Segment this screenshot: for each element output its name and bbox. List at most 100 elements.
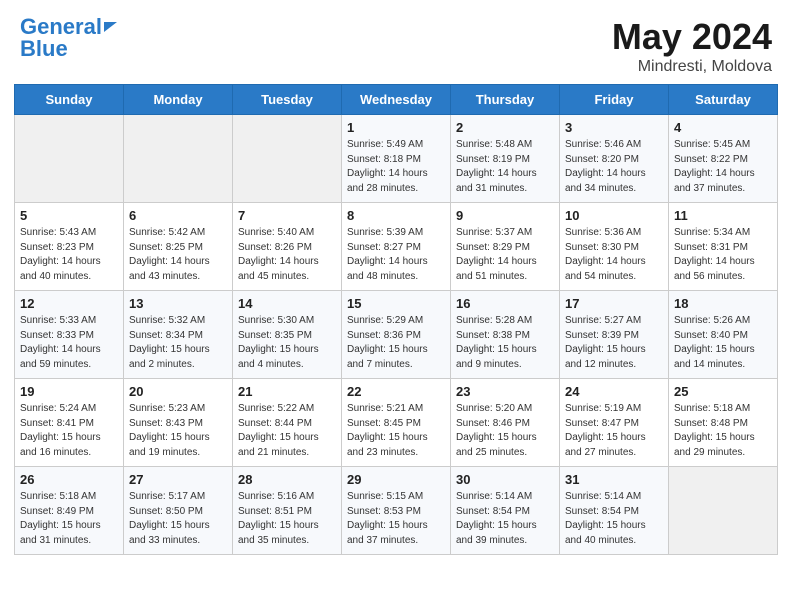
day-number: 4	[674, 120, 772, 135]
calendar-cell: 23Sunrise: 5:20 AM Sunset: 8:46 PM Dayli…	[451, 379, 560, 467]
day-number: 17	[565, 296, 663, 311]
calendar-cell: 29Sunrise: 5:15 AM Sunset: 8:53 PM Dayli…	[342, 467, 451, 555]
calendar-cell: 9 Sunrise: 5:37 AM Sunset: 8:29 PM Daylig…	[451, 203, 560, 291]
header-cell-wednesday: Wednesday	[342, 85, 451, 115]
day-info: Sunrise: 5:33 AM Sunset: 8:33 PM Dayligh…	[20, 314, 118, 372]
calendar-cell: 16 Sunrise: 5:28 AM Sunset: 8:38 PM Dayli…	[451, 291, 560, 379]
day-info: Sunrise: 5:30 AM Sunset: 8:35 PM Dayligh…	[238, 314, 336, 372]
calendar-cell: 7 Sunrise: 5:40 AM Sunset: 8:26 PM Daylig…	[233, 203, 342, 291]
calendar-cell: 17 Sunrise: 5:27 AM Sunset: 8:39 PM Dayli…	[560, 291, 669, 379]
day-number: 30	[456, 472, 554, 487]
week-row-3: 19 Sunrise: 5:24 AM Sunset: 8:41 PM Dayli…	[15, 379, 778, 467]
day-number: 8	[347, 208, 445, 223]
day-info: Sunrise: 5:16 AM Sunset: 8:51 PM Dayligh…	[238, 490, 336, 548]
calendar-table: SundayMondayTuesdayWednesdayThursdayFrid…	[14, 84, 778, 555]
day-number: 11	[674, 208, 772, 223]
day-info: Sunrise: 5:29 AM Sunset: 8:36 PM Dayligh…	[347, 314, 445, 372]
calendar-cell: 27Sunrise: 5:17 AM Sunset: 8:50 PM Dayli…	[124, 467, 233, 555]
day-number: 7	[238, 208, 336, 223]
day-number: 22	[347, 384, 445, 399]
calendar-header: SundayMondayTuesdayWednesdayThursdayFrid…	[15, 85, 778, 115]
calendar-cell: 8 Sunrise: 5:39 AM Sunset: 8:27 PM Daylig…	[342, 203, 451, 291]
day-info: Sunrise: 5:24 AM Sunset: 8:41 PM Dayligh…	[20, 402, 118, 460]
day-info: Sunrise: 5:23 AM Sunset: 8:43 PM Dayligh…	[129, 402, 227, 460]
calendar-cell: 30 Sunrise: 5:14 AM Sunset: 8:54 PM Dayli…	[451, 467, 560, 555]
day-number: 15	[347, 296, 445, 311]
logo: General Blue	[20, 16, 117, 60]
day-info: Sunrise: 5:18 AM Sunset: 8:49 PM Dayligh…	[20, 490, 118, 548]
calendar-cell: 5 Sunrise: 5:43 AM Sunset: 8:23 PM Daylig…	[15, 203, 124, 291]
calendar-cell: 11 Sunrise: 5:34 AM Sunset: 8:31 PM Dayli…	[669, 203, 778, 291]
day-info: Sunrise: 5:28 AM Sunset: 8:38 PM Dayligh…	[456, 314, 554, 372]
calendar-cell: 2 Sunrise: 5:48 AM Sunset: 8:19 PM Daylig…	[451, 115, 560, 203]
month-title: May 2024	[612, 16, 772, 58]
day-number: 2	[456, 120, 554, 135]
day-number: 9	[456, 208, 554, 223]
day-info: Sunrise: 5:21 AM Sunset: 8:45 PM Dayligh…	[347, 402, 445, 460]
day-info: Sunrise: 5:26 AM Sunset: 8:40 PM Dayligh…	[674, 314, 772, 372]
calendar-cell: 21Sunrise: 5:22 AM Sunset: 8:44 PM Dayli…	[233, 379, 342, 467]
day-info: Sunrise: 5:27 AM Sunset: 8:39 PM Dayligh…	[565, 314, 663, 372]
header-cell-sunday: Sunday	[15, 85, 124, 115]
calendar-cell	[233, 115, 342, 203]
logo-subtext: Blue	[20, 38, 68, 60]
day-number: 1	[347, 120, 445, 135]
week-row-2: 12Sunrise: 5:33 AM Sunset: 8:33 PM Dayli…	[15, 291, 778, 379]
day-info: Sunrise: 5:34 AM Sunset: 8:31 PM Dayligh…	[674, 226, 772, 284]
day-number: 24	[565, 384, 663, 399]
calendar-cell: 19 Sunrise: 5:24 AM Sunset: 8:41 PM Dayli…	[15, 379, 124, 467]
calendar-cell: 31 Sunrise: 5:14 AM Sunset: 8:54 PM Dayli…	[560, 467, 669, 555]
calendar-cell: 4Sunrise: 5:45 AM Sunset: 8:22 PM Daylig…	[669, 115, 778, 203]
day-info: Sunrise: 5:40 AM Sunset: 8:26 PM Dayligh…	[238, 226, 336, 284]
day-info: Sunrise: 5:15 AM Sunset: 8:53 PM Dayligh…	[347, 490, 445, 548]
calendar-cell: 14 Sunrise: 5:30 AM Sunset: 8:35 PM Dayli…	[233, 291, 342, 379]
calendar-cell: 20 Sunrise: 5:23 AM Sunset: 8:43 PM Dayli…	[124, 379, 233, 467]
calendar-cell	[124, 115, 233, 203]
day-number: 31	[565, 472, 663, 487]
day-info: Sunrise: 5:14 AM Sunset: 8:54 PM Dayligh…	[565, 490, 663, 548]
calendar-cell	[15, 115, 124, 203]
day-number: 18	[674, 296, 772, 311]
week-row-0: 1 Sunrise: 5:49 AM Sunset: 8:18 PM Daylig…	[15, 115, 778, 203]
day-number: 10	[565, 208, 663, 223]
calendar-cell: 18 Sunrise: 5:26 AM Sunset: 8:40 PM Dayli…	[669, 291, 778, 379]
day-info: Sunrise: 5:39 AM Sunset: 8:27 PM Dayligh…	[347, 226, 445, 284]
page-header: General Blue May 2024 Mindresti, Moldova	[0, 0, 792, 84]
day-number: 19	[20, 384, 118, 399]
day-number: 20	[129, 384, 227, 399]
calendar-wrapper: SundayMondayTuesdayWednesdayThursdayFrid…	[0, 84, 792, 569]
calendar-cell: 24 Sunrise: 5:19 AM Sunset: 8:47 PM Dayli…	[560, 379, 669, 467]
calendar-cell: 22 Sunrise: 5:21 AM Sunset: 8:45 PM Dayli…	[342, 379, 451, 467]
day-number: 25	[674, 384, 772, 399]
week-row-1: 5 Sunrise: 5:43 AM Sunset: 8:23 PM Daylig…	[15, 203, 778, 291]
header-cell-tuesday: Tuesday	[233, 85, 342, 115]
day-number: 14	[238, 296, 336, 311]
calendar-cell: 26 Sunrise: 5:18 AM Sunset: 8:49 PM Dayli…	[15, 467, 124, 555]
day-number: 26	[20, 472, 118, 487]
day-number: 16	[456, 296, 554, 311]
day-info: Sunrise: 5:43 AM Sunset: 8:23 PM Dayligh…	[20, 226, 118, 284]
day-number: 3	[565, 120, 663, 135]
day-info: Sunrise: 5:49 AM Sunset: 8:18 PM Dayligh…	[347, 138, 445, 196]
header-cell-friday: Friday	[560, 85, 669, 115]
calendar-cell: 6Sunrise: 5:42 AM Sunset: 8:25 PM Daylig…	[124, 203, 233, 291]
calendar-body: 1 Sunrise: 5:49 AM Sunset: 8:18 PM Daylig…	[15, 115, 778, 555]
calendar-cell: 13 Sunrise: 5:32 AM Sunset: 8:34 PM Dayli…	[124, 291, 233, 379]
day-number: 13	[129, 296, 227, 311]
day-info: Sunrise: 5:19 AM Sunset: 8:47 PM Dayligh…	[565, 402, 663, 460]
day-info: Sunrise: 5:36 AM Sunset: 8:30 PM Dayligh…	[565, 226, 663, 284]
day-info: Sunrise: 5:14 AM Sunset: 8:54 PM Dayligh…	[456, 490, 554, 548]
day-info: Sunrise: 5:32 AM Sunset: 8:34 PM Dayligh…	[129, 314, 227, 372]
day-number: 5	[20, 208, 118, 223]
location-title: Mindresti, Moldova	[612, 58, 772, 76]
header-cell-monday: Monday	[124, 85, 233, 115]
calendar-cell	[669, 467, 778, 555]
calendar-cell: 12Sunrise: 5:33 AM Sunset: 8:33 PM Dayli…	[15, 291, 124, 379]
day-info: Sunrise: 5:37 AM Sunset: 8:29 PM Dayligh…	[456, 226, 554, 284]
day-info: Sunrise: 5:48 AM Sunset: 8:19 PM Dayligh…	[456, 138, 554, 196]
day-number: 23	[456, 384, 554, 399]
day-info: Sunrise: 5:18 AM Sunset: 8:48 PM Dayligh…	[674, 402, 772, 460]
day-info: Sunrise: 5:46 AM Sunset: 8:20 PM Dayligh…	[565, 138, 663, 196]
calendar-cell: 1 Sunrise: 5:49 AM Sunset: 8:18 PM Daylig…	[342, 115, 451, 203]
logo-text: General	[20, 16, 102, 38]
